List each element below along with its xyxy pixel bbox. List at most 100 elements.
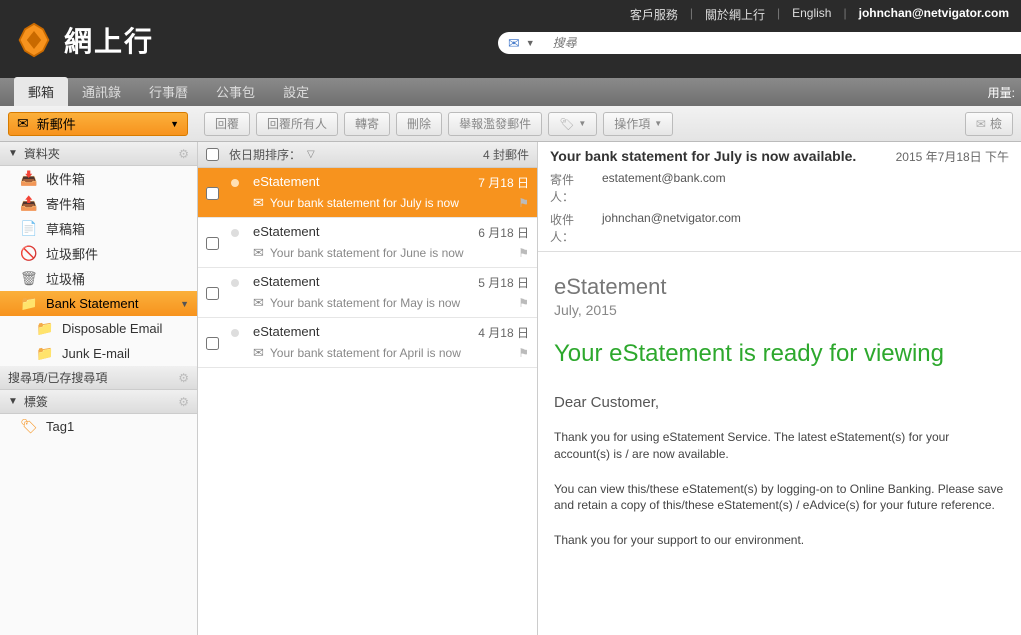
dropdown-icon[interactable]: ▼ — [180, 299, 189, 309]
actions-button[interactable]: 操作項▼ — [603, 112, 673, 136]
sort-arrow-icon[interactable]: ▽ — [307, 149, 315, 160]
search-scope-dropdown-icon[interactable]: ▼ — [526, 38, 535, 48]
sidebar: ▼ 資料夾 ⚙ 📥收件箱 📤寄件箱 📄草稿箱 🚫垃圾郵件 🗑垃圾桶 📁Bank … — [0, 142, 198, 635]
envelope-icon: ✉ — [253, 345, 264, 361]
tab-bar: 郵箱 通訊錄 行事曆 公事包 設定 用量: — [0, 78, 1021, 106]
message-subject: Your bank statement for May is now — [270, 296, 460, 310]
folder-sent[interactable]: 📤寄件箱 — [0, 191, 197, 216]
new-mail-button[interactable]: ✉ 新郵件 ▼ — [8, 112, 188, 136]
unread-dot-icon — [231, 329, 239, 337]
dropdown-icon[interactable]: ▼ — [170, 119, 179, 129]
message-list: 依日期排序： ▽ 4 封郵件 eStatement7 月18 日 ✉Your b… — [198, 142, 538, 635]
reply-button[interactable]: 回覆 — [204, 112, 250, 136]
tab-mail[interactable]: 郵箱 — [14, 77, 68, 106]
folders-header[interactable]: ▼ 資料夾 ⚙ — [0, 142, 197, 166]
message-list-header: 依日期排序： ▽ 4 封郵件 — [198, 142, 537, 168]
message-date: 6 月18 日 — [478, 224, 529, 241]
preview-header: Your bank statement for July is now avai… — [538, 142, 1021, 252]
message-checkbox[interactable] — [206, 176, 219, 211]
select-all-checkbox[interactable] — [206, 148, 219, 161]
mail-icon: ✉ — [976, 117, 986, 131]
tag-tag1[interactable]: 🏷Tag1 — [0, 414, 197, 439]
to-label: 收件人： — [550, 211, 594, 245]
view-button[interactable]: ✉檢 — [965, 112, 1013, 136]
nav-english[interactable]: English — [780, 6, 843, 23]
from-value[interactable]: estatement@bank.com — [602, 171, 726, 205]
flag-icon[interactable]: ⚑ — [518, 246, 529, 260]
folder-icon: 📁 — [36, 320, 52, 337]
gear-icon[interactable]: ⚙ — [178, 371, 189, 385]
message-item[interactable]: eStatement6 月18 日 ✉Your bank statement f… — [198, 218, 537, 268]
message-item[interactable]: eStatement5 月18 日 ✉Your bank statement f… — [198, 268, 537, 318]
tab-calendar[interactable]: 行事曆 — [135, 77, 202, 106]
folder-icon: 📁 — [36, 345, 52, 362]
folder-icon: 📁 — [20, 295, 36, 312]
gear-icon[interactable]: ⚙ — [178, 395, 189, 409]
email-subtitle: July, 2015 — [554, 302, 1005, 318]
flag-icon[interactable]: ⚑ — [518, 346, 529, 360]
message-checkbox[interactable] — [206, 226, 219, 261]
folder-junk-email[interactable]: 📁Junk E-mail — [0, 341, 197, 366]
inbox-icon: 📥 — [20, 170, 36, 187]
flag-icon[interactable]: ⚑ — [518, 196, 529, 210]
main-area: ▼ 資料夾 ⚙ 📥收件箱 📤寄件箱 📄草稿箱 🚫垃圾郵件 🗑垃圾桶 📁Bank … — [0, 142, 1021, 635]
folder-bank-statement[interactable]: 📁Bank Statement▼ — [0, 291, 197, 316]
search-input[interactable] — [553, 36, 1021, 50]
message-checkbox[interactable] — [206, 276, 219, 311]
mail-icon: ✉ — [508, 35, 520, 52]
tab-settings[interactable]: 設定 — [269, 77, 323, 106]
message-subject: Your bank statement for June is now — [270, 246, 464, 260]
envelope-icon: ✉ — [253, 295, 264, 311]
gear-icon[interactable]: ⚙ — [178, 147, 189, 161]
folder-drafts[interactable]: 📄草稿箱 — [0, 216, 197, 241]
spam-button[interactable]: 舉報濫發郵件 — [448, 112, 542, 136]
nav-about[interactable]: 關於網上行 — [693, 6, 777, 23]
folder-inbox[interactable]: 📥收件箱 — [0, 166, 197, 191]
preview-timestamp: 2015 年7月18日 下午 — [896, 148, 1009, 165]
message-date: 7 月18 日 — [478, 174, 529, 191]
collapse-icon: ▼ — [8, 148, 18, 159]
logo[interactable]: 網上行 — [16, 20, 154, 60]
usage-label: 用量: — [988, 84, 1015, 101]
message-subject: Your bank statement for July is now — [270, 196, 459, 210]
message-subject: Your bank statement for April is now — [270, 346, 461, 360]
email-paragraph: Thank you for using eStatement Service. … — [554, 429, 1005, 463]
trash-icon: 🗑 — [20, 270, 36, 287]
preview-subject: Your bank statement for July is now avai… — [550, 148, 896, 164]
reply-all-button[interactable]: 回覆所有人 — [256, 112, 338, 136]
delete-button[interactable]: 刪除 — [396, 112, 442, 136]
message-sender: eStatement — [253, 174, 478, 191]
message-sender: eStatement — [253, 324, 478, 341]
searches-header[interactable]: 搜尋項/已存搜尋項 ⚙ — [0, 366, 197, 390]
forward-button[interactable]: 轉寄 — [344, 112, 390, 136]
nav-customer-service[interactable]: 客戶服務 — [618, 6, 690, 23]
toolbar: ✉ 新郵件 ▼ 回覆 回覆所有人 轉寄 刪除 舉報濫發郵件 🏷▼ 操作項▼ ✉檢 — [0, 106, 1021, 142]
email-paragraph: Thank you for your support to our enviro… — [554, 532, 1005, 549]
search-bar[interactable]: ✉ ▼ — [498, 32, 1021, 54]
email-headline: Your eStatement is ready for viewing — [554, 340, 1005, 368]
message-item[interactable]: eStatement4 月18 日 ✉Your bank statement f… — [198, 318, 537, 368]
tag-button[interactable]: 🏷▼ — [548, 112, 597, 136]
junk-icon: 🚫 — [20, 245, 36, 262]
logo-icon — [16, 22, 52, 58]
preview-body: eStatement July, 2015 Your eStatement is… — [538, 252, 1021, 571]
drafts-icon: 📄 — [20, 220, 36, 237]
tab-briefcase[interactable]: 公事包 — [202, 77, 269, 106]
folder-trash[interactable]: 🗑垃圾桶 — [0, 266, 197, 291]
nav-user-email[interactable]: johnchan@netvigator.com — [847, 6, 1021, 23]
email-paragraph: You can view this/these eStatement(s) by… — [554, 481, 1005, 515]
preview-pane: Your bank statement for July is now avai… — [538, 142, 1021, 635]
message-date: 5 月18 日 — [478, 274, 529, 291]
tags-header[interactable]: ▼ 標簽 ⚙ — [0, 390, 197, 414]
logo-text: 網上行 — [64, 20, 154, 60]
sort-label[interactable]: 依日期排序： — [229, 146, 301, 163]
tab-contacts[interactable]: 通訊錄 — [68, 77, 135, 106]
message-item[interactable]: eStatement7 月18 日 ✉Your bank statement f… — [198, 168, 537, 218]
flag-icon[interactable]: ⚑ — [518, 296, 529, 310]
message-count: 4 封郵件 — [483, 146, 529, 163]
message-checkbox[interactable] — [206, 326, 219, 361]
folder-junk[interactable]: 🚫垃圾郵件 — [0, 241, 197, 266]
collapse-icon: ▼ — [8, 396, 18, 407]
to-value[interactable]: johnchan@netvigator.com — [602, 211, 741, 245]
folder-disposable-email[interactable]: 📁Disposable Email — [0, 316, 197, 341]
